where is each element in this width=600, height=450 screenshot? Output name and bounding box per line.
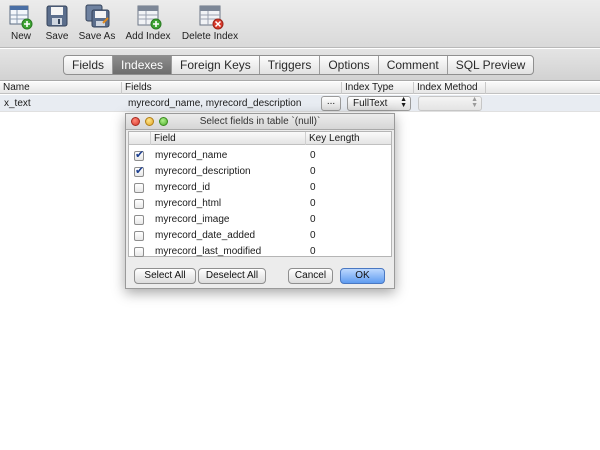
column-header-check[interactable] — [129, 132, 151, 145]
segmented-tabs: Fields Indexes Foreign Keys Triggers Opt… — [63, 55, 535, 75]
index-method-select[interactable]: ▲ ▼ — [418, 96, 482, 111]
list-item[interactable]: myrecord_id 0 — [129, 180, 391, 196]
list-item[interactable]: myrecord_date_added 0 — [129, 228, 391, 244]
minimize-window-icon[interactable] — [145, 117, 154, 126]
list-item[interactable]: myrecord_last_modified 0 — [129, 244, 391, 260]
select-all-button[interactable]: Select All — [134, 268, 196, 284]
field-name: myrecord_last_modified — [155, 246, 262, 257]
updown-arrows-icon: ▲ ▼ — [400, 96, 407, 109]
ok-button[interactable]: OK — [340, 268, 385, 284]
field-checkbox[interactable] — [134, 247, 144, 257]
field-name: myrecord_description — [155, 166, 251, 177]
delete-index-button[interactable]: Delete Index — [179, 4, 241, 42]
tab-foreign-keys[interactable]: Foreign Keys — [172, 56, 260, 74]
list-item[interactable]: myrecord_description 0 — [129, 164, 391, 180]
tab-indexes[interactable]: Indexes — [113, 56, 173, 74]
save-button[interactable]: Save — [42, 4, 72, 42]
key-length-value[interactable]: 0 — [310, 166, 316, 178]
key-length-value[interactable]: 0 — [310, 150, 316, 162]
key-length-value[interactable]: 0 — [310, 198, 316, 210]
index-fields-cell[interactable]: myrecord_name, myrecord_description — [128, 95, 301, 112]
index-name-cell[interactable]: x_text — [4, 95, 31, 112]
dialog-title-bar: Select fields in table `(null)` — [126, 114, 394, 130]
cancel-button[interactable]: Cancel — [288, 268, 333, 284]
zoom-window-icon[interactable] — [159, 117, 168, 126]
field-checkbox[interactable] — [134, 148, 144, 161]
key-length-value[interactable]: 0 — [310, 230, 316, 242]
select-fields-dialog: Select fields in table `(null)` Field Ke… — [125, 113, 395, 289]
field-checkbox[interactable] — [134, 231, 144, 241]
field-checkbox[interactable] — [134, 164, 144, 177]
key-length-value[interactable]: 0 — [310, 214, 316, 226]
key-length-value[interactable]: 0 — [310, 182, 316, 194]
toolbar: New Save Save As Add Index Delete Index — [0, 0, 600, 48]
save-label: Save — [45, 31, 69, 42]
column-header-fields[interactable]: Fields — [122, 82, 342, 94]
column-header-name[interactable]: Name — [0, 82, 122, 94]
field-name: myrecord_date_added — [155, 230, 256, 241]
new-label: New — [10, 31, 31, 42]
index-table-header: Name Fields Index Type Index Method — [0, 82, 600, 94]
tab-options[interactable]: Options — [320, 56, 379, 74]
field-name: myrecord_id — [155, 182, 211, 193]
new-table-icon — [9, 4, 33, 31]
field-list-header: Field Key Length — [129, 132, 391, 145]
tab-bar: Fields Indexes Foreign Keys Triggers Opt… — [0, 49, 600, 81]
field-name: myrecord_name — [155, 150, 228, 161]
delete-index-label: Delete Index — [181, 31, 239, 42]
tab-fields[interactable]: Fields — [64, 56, 114, 74]
field-checkbox[interactable] — [134, 183, 144, 193]
field-checkbox[interactable] — [134, 215, 144, 225]
field-checkbox[interactable] — [134, 199, 144, 209]
add-index-label: Add Index — [125, 31, 171, 42]
field-name: myrecord_image — [155, 214, 230, 225]
new-button[interactable]: New — [6, 4, 36, 42]
tab-triggers[interactable]: Triggers — [260, 56, 321, 74]
column-header-key-length[interactable]: Key Length — [306, 132, 391, 145]
save-as-button[interactable]: Save As — [78, 4, 116, 42]
index-type-value: FullText — [353, 98, 388, 109]
edit-fields-button[interactable]: ... — [321, 96, 341, 111]
field-name: myrecord_html — [155, 198, 222, 209]
add-index-icon — [136, 4, 162, 31]
column-header-index-type[interactable]: Index Type — [342, 82, 414, 94]
deselect-all-button[interactable]: Deselect All — [198, 268, 266, 284]
save-as-icon — [85, 4, 110, 31]
save-as-label: Save As — [78, 31, 116, 42]
tab-comment[interactable]: Comment — [379, 56, 448, 74]
column-header-field[interactable]: Field — [151, 132, 306, 145]
dialog-title: Select fields in table `(null)` — [199, 116, 321, 127]
key-length-value[interactable]: 0 — [310, 246, 316, 258]
add-index-button[interactable]: Add Index — [123, 4, 173, 42]
list-item[interactable]: myrecord_image 0 — [129, 212, 391, 228]
field-list: Field Key Length myrecord_name 0 myrecor… — [128, 131, 392, 257]
tab-sql-preview[interactable]: SQL Preview — [448, 56, 534, 74]
delete-index-icon — [198, 4, 224, 31]
index-type-select[interactable]: FullText ▲ ▼ — [347, 96, 411, 111]
close-window-icon[interactable] — [131, 117, 140, 126]
updown-arrows-icon: ▲ ▼ — [471, 96, 478, 109]
table-row[interactable]: x_text myrecord_name, myrecord_descripti… — [0, 95, 600, 112]
column-header-index-method[interactable]: Index Method — [414, 82, 486, 94]
list-item[interactable]: myrecord_name 0 — [129, 148, 391, 164]
list-item[interactable]: myrecord_html 0 — [129, 196, 391, 212]
save-icon — [45, 4, 69, 31]
